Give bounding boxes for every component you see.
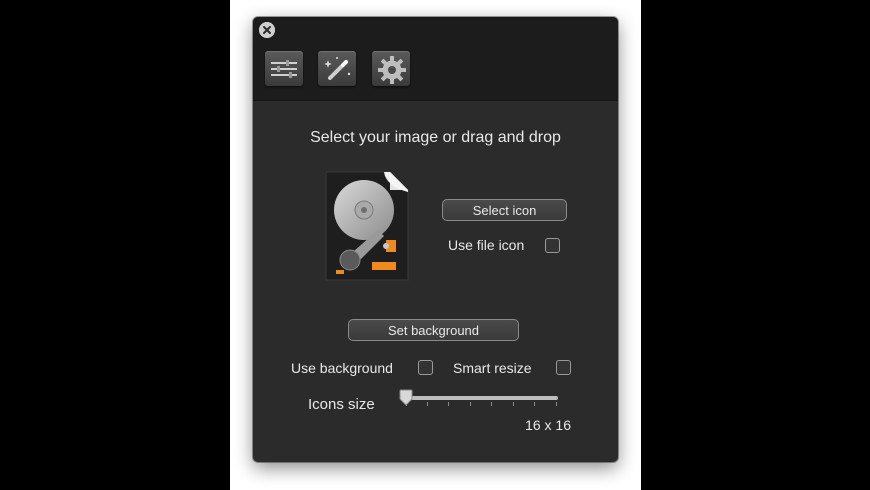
select-icon-button[interactable]: Select icon: [442, 199, 567, 221]
toolbar: [253, 17, 618, 101]
tab-settings[interactable]: [372, 51, 410, 86]
preview-image[interactable]: [324, 170, 410, 282]
icons-size-label: Icons size: [308, 396, 375, 413]
icons-size-slider-ticks: [406, 402, 558, 408]
slider-thumb-icon: [399, 389, 413, 406]
gear-icon: [378, 56, 406, 84]
icons-size-value: 16 x 16: [525, 417, 571, 433]
app-window: Select your image or drag and drop Selec…: [253, 17, 618, 462]
tab-adjustments[interactable]: [265, 51, 303, 86]
magic-wand-icon: [324, 57, 351, 80]
close-icon: [259, 22, 275, 38]
icons-size-slider-track[interactable]: [406, 396, 558, 400]
page-title: Select your image or drag and drop: [310, 129, 561, 146]
smart-resize-label: Smart resize: [453, 360, 532, 376]
set-background-button[interactable]: Set background: [348, 319, 519, 341]
use-background-checkbox[interactable]: [418, 360, 433, 375]
sliders-icon: [271, 60, 297, 78]
smart-resize-checkbox[interactable]: [556, 360, 571, 375]
use-file-icon-checkbox[interactable]: [545, 238, 560, 253]
icons-size-slider-thumb[interactable]: [399, 389, 413, 407]
use-background-label: Use background: [291, 360, 393, 376]
close-button[interactable]: [259, 22, 275, 38]
use-file-icon-label: Use file icon: [448, 237, 525, 253]
desktop-background: Select your image or drag and drop Selec…: [0, 0, 870, 490]
tab-effects[interactable]: [318, 51, 356, 86]
hard-drive-document-icon: [325, 171, 409, 281]
